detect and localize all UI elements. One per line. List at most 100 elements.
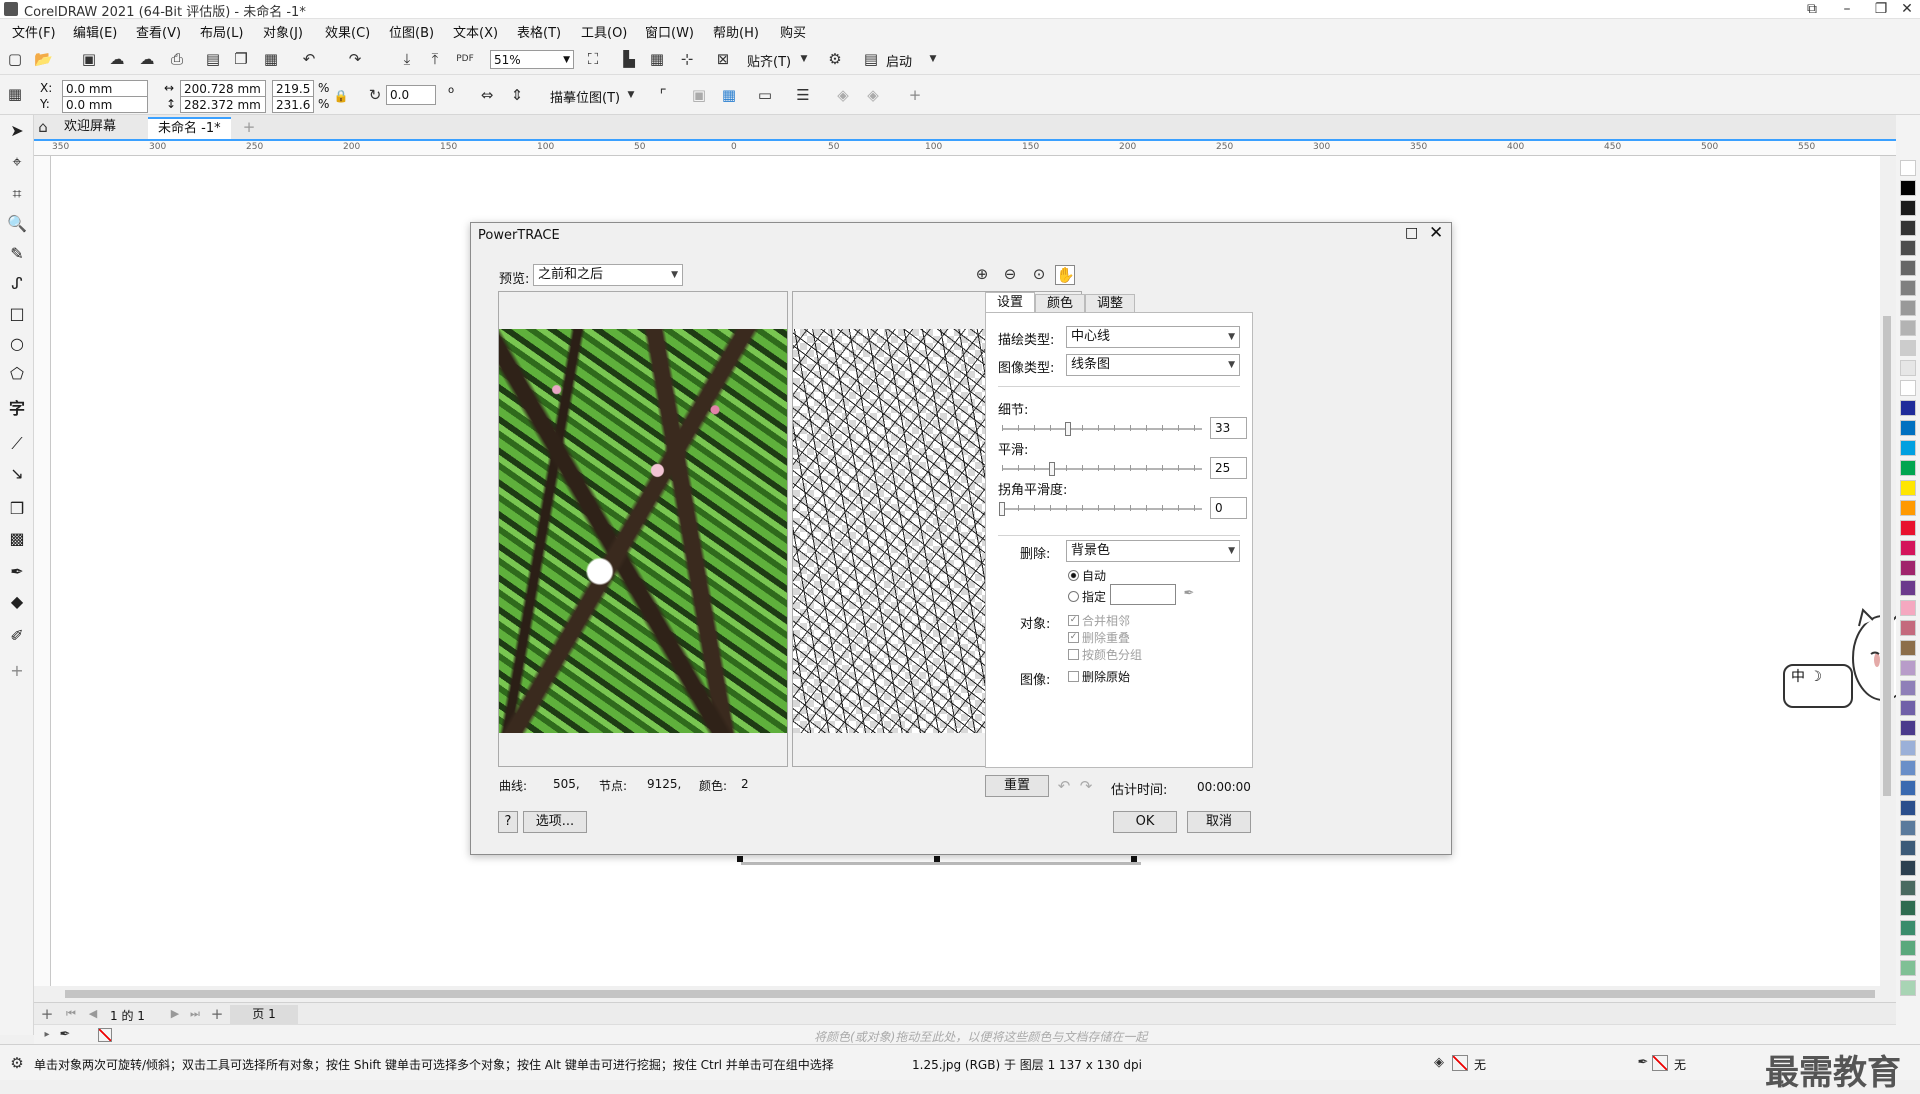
transparency-tool-icon[interactable]: ▩: [6, 528, 28, 550]
tab-welcome[interactable]: 欢迎屏幕: [54, 117, 126, 137]
zoom-tool-icon[interactable]: 🔍: [6, 213, 28, 235]
full-screen-icon[interactable]: ⛶: [584, 50, 602, 68]
cancel-button[interactable]: 取消: [1187, 811, 1251, 833]
merge-adjacent-checkbox[interactable]: ✓: [1068, 615, 1079, 626]
palette-swatch[interactable]: [1900, 400, 1916, 416]
palette-swatch[interactable]: [1900, 580, 1916, 596]
menu-effects[interactable]: 效果(C): [325, 22, 370, 41]
pan-hand-icon[interactable]: ✋: [1055, 265, 1075, 285]
no-color-swatch[interactable]: [98, 1028, 112, 1042]
detail-slider-thumb[interactable]: [1065, 422, 1071, 436]
palette-swatch[interactable]: [1900, 420, 1916, 436]
mirror-horizontal-icon[interactable]: ⇔: [478, 86, 496, 104]
trace-type-combo[interactable]: 中心线 ▼: [1066, 326, 1240, 348]
text-tool-icon[interactable]: 字: [6, 398, 28, 420]
palette-swatch[interactable]: [1900, 880, 1916, 896]
chevron-down-icon[interactable]: ▼: [795, 50, 813, 68]
transform-icon[interactable]: ⊠: [714, 50, 732, 68]
palette-swatch[interactable]: [1900, 280, 1916, 296]
outline-pen-icon[interactable]: ✒: [1634, 1054, 1652, 1072]
palette-swatch[interactable]: [1900, 520, 1916, 536]
menu-buy[interactable]: 购买: [780, 22, 806, 41]
before-preview-pane[interactable]: [498, 291, 788, 767]
outline-none-swatch[interactable]: [1652, 1055, 1668, 1071]
reset-button[interactable]: 重置: [985, 775, 1049, 797]
ime-indicator[interactable]: 中 ☽: [1783, 664, 1853, 708]
preview-mode-combo[interactable]: 之前和之后 ▼: [533, 264, 683, 286]
palette-swatch[interactable]: [1900, 160, 1916, 176]
tab-adjust[interactable]: 调整: [1085, 294, 1135, 313]
palette-swatch[interactable]: [1900, 800, 1916, 816]
palette-swatch[interactable]: [1900, 740, 1916, 756]
rectangle-tool-icon[interactable]: □: [6, 303, 28, 325]
palette-swatch[interactable]: [1900, 240, 1916, 256]
chevron-down-icon[interactable]: ▼: [924, 50, 942, 68]
open-icon[interactable]: 📂: [34, 50, 53, 68]
redo-icon[interactable]: ↷: [1077, 777, 1095, 795]
add-page-icon[interactable]: +: [38, 1005, 56, 1023]
add-icon[interactable]: +: [906, 86, 924, 104]
ok-button[interactable]: OK: [1113, 811, 1177, 833]
vertical-ruler[interactable]: [34, 156, 51, 986]
palette-swatch[interactable]: [1900, 540, 1916, 556]
menu-window[interactable]: 窗口(W): [645, 22, 694, 41]
remove-combo[interactable]: 背景色 ▼: [1066, 540, 1240, 562]
horizontal-ruler[interactable]: 350 300 250 200 150 100 50 0 50 100 150 200 250 300 35…: [34, 139, 1896, 156]
palette-swatch[interactable]: [1900, 340, 1916, 356]
eyedropper-icon[interactable]: ✒: [1180, 585, 1198, 603]
tab-colors[interactable]: 颜色: [1035, 294, 1085, 313]
palette-swatch[interactable]: [1900, 860, 1916, 876]
tab-document[interactable]: 未命名 -1*: [148, 117, 231, 139]
palette-swatch[interactable]: [1900, 220, 1916, 236]
undo-icon[interactable]: ↶: [1055, 777, 1073, 795]
palette-swatch[interactable]: [1900, 180, 1916, 196]
zoom-fit-icon[interactable]: ⊙: [1030, 265, 1048, 283]
image-type-combo[interactable]: 线条图 ▼: [1066, 354, 1240, 376]
edit-bitmap-icon[interactable]: ▭: [756, 86, 774, 104]
height-field[interactable]: 282.372 mm: [180, 96, 266, 113]
zoom-in-icon[interactable]: ⊕: [973, 265, 991, 283]
palette-swatch[interactable]: [1900, 260, 1916, 276]
eyedropper-icon[interactable]: ✒: [6, 561, 28, 583]
save-icon[interactable]: ▣: [80, 50, 98, 68]
paste-icon[interactable]: ▦: [262, 50, 280, 68]
palette-swatch[interactable]: [1900, 980, 1916, 996]
vertical-scrollbar[interactable]: [1880, 156, 1894, 986]
chevron-down-icon[interactable]: ▼: [622, 86, 640, 104]
cloud-upload-icon[interactable]: ☁: [138, 50, 156, 68]
expand-palette-icon[interactable]: ▸: [38, 1026, 56, 1044]
menu-help[interactable]: 帮助(H): [713, 22, 759, 41]
palette-swatch[interactable]: [1900, 920, 1916, 936]
smooth-value-field[interactable]: 25: [1210, 457, 1247, 479]
copy-icon[interactable]: ❐: [232, 50, 250, 68]
palette-swatch[interactable]: [1900, 200, 1916, 216]
palette-swatch[interactable]: [1900, 500, 1916, 516]
page-tab-1[interactable]: 页 1: [230, 1005, 298, 1024]
dialog-close-icon[interactable]: ✕: [1429, 223, 1443, 243]
menu-edit[interactable]: 编辑(E): [73, 22, 117, 41]
parallel-dimension-icon[interactable]: ⟋: [6, 433, 28, 455]
text-wrap-icon[interactable]: ☰: [794, 86, 812, 104]
shape-tool-icon[interactable]: ⌖: [6, 151, 28, 173]
rotation-angle-field[interactable]: 0.0: [386, 85, 436, 105]
menu-layout[interactable]: 布局(L): [200, 22, 243, 41]
snap-to-button[interactable]: 贴齐(T): [747, 51, 791, 70]
launch-icon[interactable]: ▤: [862, 50, 880, 68]
horizontal-scroll-thumb[interactable]: [65, 990, 1875, 998]
connector-tool-icon[interactable]: ↘: [6, 463, 28, 485]
pick-tool-icon[interactable]: ➤: [6, 120, 28, 142]
launch-button[interactable]: 启动: [886, 51, 912, 70]
palette-swatch[interactable]: [1900, 360, 1916, 376]
status-gear-icon[interactable]: ⚙: [8, 1054, 26, 1072]
palette-swatch[interactable]: [1900, 300, 1916, 316]
smart-fill-icon[interactable]: ✐: [6, 625, 28, 647]
drop-shadow-icon[interactable]: ❒: [6, 498, 28, 520]
close-button[interactable]: ✕: [1890, 0, 1920, 19]
new-tab-icon[interactable]: +: [240, 118, 258, 136]
first-page-icon[interactable]: ⏮: [62, 1005, 80, 1023]
home-icon[interactable]: ⌂: [34, 118, 52, 136]
palette-swatch[interactable]: [1900, 440, 1916, 456]
corner-value-field[interactable]: 0: [1210, 497, 1247, 519]
scale-x-field[interactable]: 219.5: [272, 80, 314, 97]
fill-none-swatch[interactable]: [1452, 1055, 1468, 1071]
